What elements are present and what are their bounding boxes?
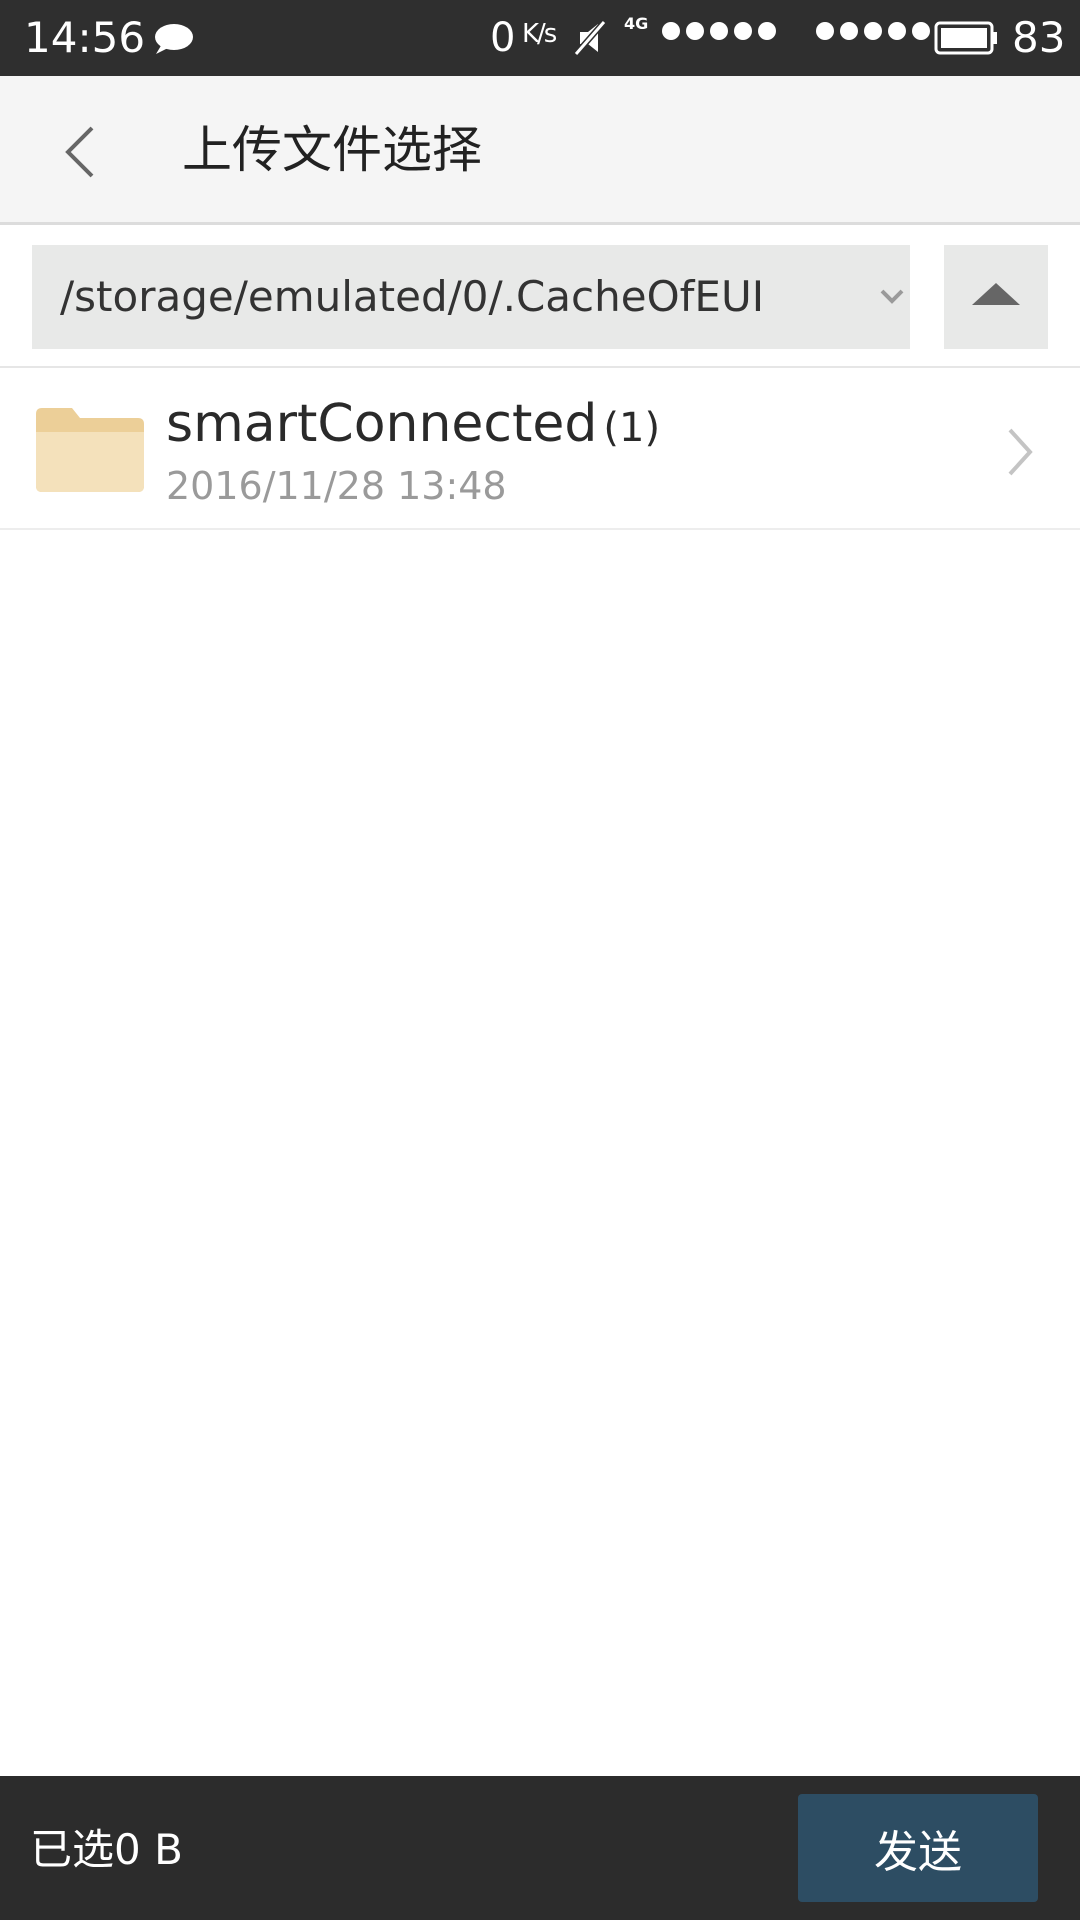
selected-size-label: 已选0 B	[30, 1825, 183, 1874]
network-type-label: 4G	[624, 14, 649, 33]
list-item[interactable]: smartConnected (1) 2016/11/28 13:48	[0, 370, 1080, 530]
folder-icon	[36, 408, 144, 492]
status-bar: 14:56 0 K/s 4G 83	[0, 0, 1080, 76]
folder-name: smartConnected (1)	[166, 392, 660, 460]
chevron-right-icon	[1008, 428, 1033, 476]
page-title: 上传文件选择	[182, 121, 482, 179]
current-path: /storage/emulated/0/.CacheOfEUI	[60, 272, 765, 321]
mute-icon	[573, 20, 607, 56]
back-button[interactable]	[40, 112, 120, 192]
battery-percent: 83	[1012, 13, 1066, 62]
chat-bubble-icon	[155, 24, 193, 54]
folder-name-text: smartConnected	[166, 394, 598, 454]
network-speed-unit: K/s	[522, 19, 557, 49]
parent-directory-button[interactable]	[944, 245, 1048, 349]
bottom-bar: 已选0 B 发送	[0, 1776, 1080, 1920]
network-speed-value: 0	[490, 15, 516, 61]
path-bar: /storage/emulated/0/.CacheOfEUI	[0, 228, 1080, 368]
battery-icon	[934, 21, 997, 55]
signal-dots-icon	[662, 22, 776, 44]
signal-dots-icon-2	[816, 22, 930, 44]
folder-item-count: (1)	[603, 405, 661, 451]
status-time: 14:56	[24, 13, 146, 62]
triangle-up-icon	[972, 283, 1020, 305]
send-button[interactable]: 发送	[798, 1794, 1038, 1902]
path-dropdown[interactable]: /storage/emulated/0/.CacheOfEUI	[32, 245, 910, 349]
app-header: 上传文件选择	[0, 76, 1080, 225]
chevron-down-icon	[880, 289, 904, 304]
folder-date: 2016/11/28 13:48	[166, 464, 507, 508]
chevron-left-icon	[65, 126, 94, 178]
